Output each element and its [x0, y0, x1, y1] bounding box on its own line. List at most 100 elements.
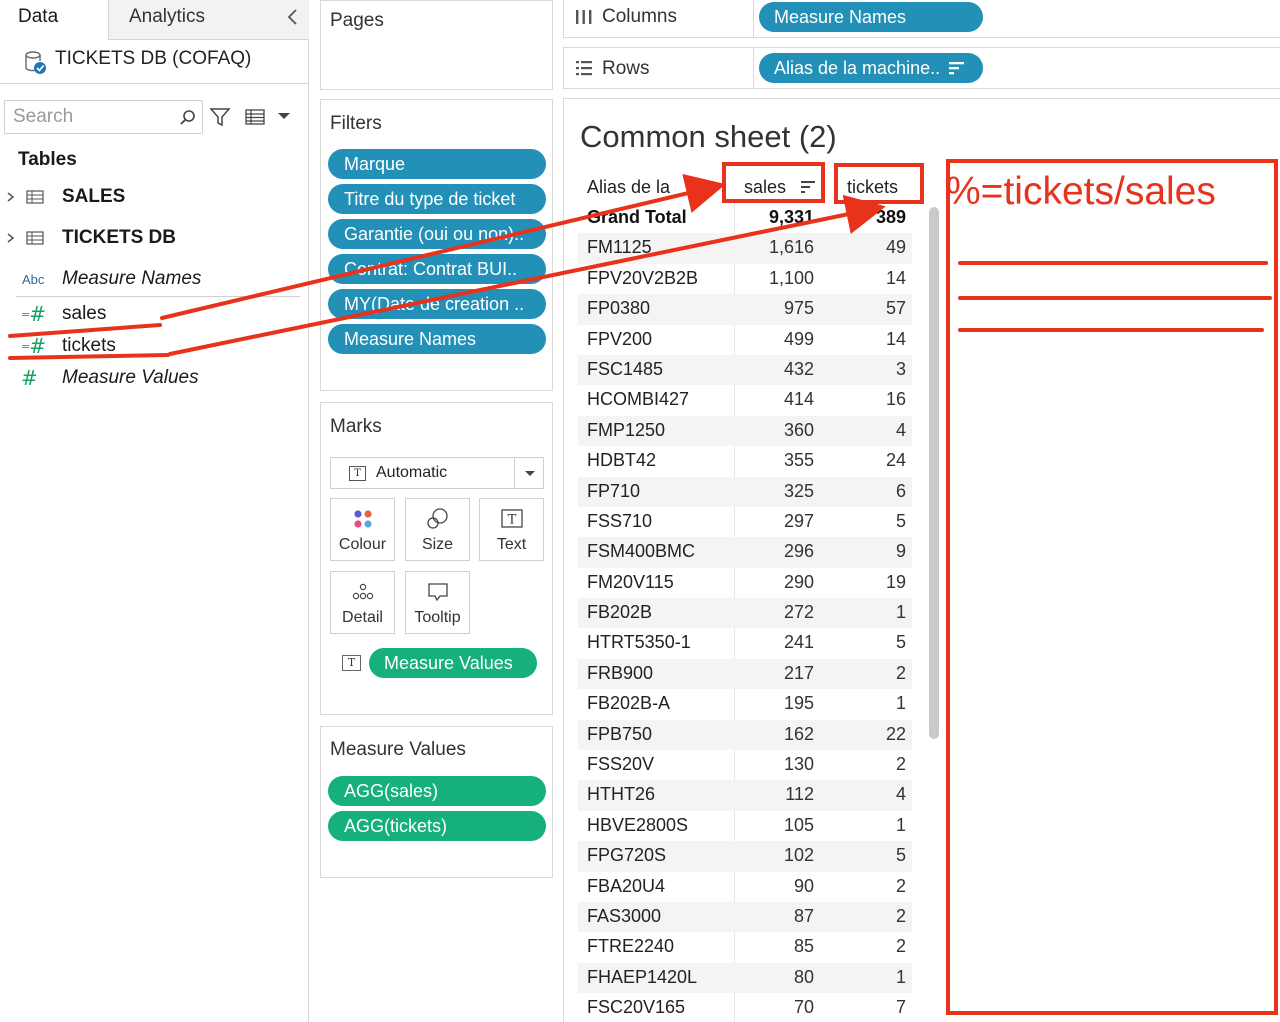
table-item-tickets-db[interactable]: TICKETS DB: [0, 222, 300, 254]
list-view-icon[interactable]: [243, 106, 267, 128]
filter-pill-garantie[interactable]: Garantie (oui ou non)..: [328, 219, 546, 249]
tab-analytics[interactable]: Analytics: [109, 0, 309, 40]
marks-pill-measure-values[interactable]: Measure Values: [369, 648, 537, 678]
search-input[interactable]: [13, 105, 173, 129]
chevron-down-icon[interactable]: [514, 458, 544, 488]
filter-pill-measure-names[interactable]: Measure Names: [328, 324, 546, 354]
text-button[interactable]: T Text: [479, 498, 544, 561]
row-tickets-cell: 2: [895, 662, 906, 683]
row-tickets-cell: 24: [885, 450, 906, 471]
filter-pill-contrat[interactable]: Contrat: Contrat BUI..: [328, 254, 546, 284]
table-label: TICKETS DB: [62, 227, 176, 248]
table-row[interactable]: FTRE2240 85 2: [578, 932, 912, 962]
row-alias-cell: HCOMBI427: [587, 389, 690, 410]
rows-pill-alias-machine[interactable]: Alias de la machine..: [759, 53, 983, 83]
tooltip-button[interactable]: Tooltip: [405, 571, 470, 634]
table-row[interactable]: HDBT42 355 24: [578, 446, 912, 476]
columns-shelf[interactable]: Columns Measure Names: [563, 0, 1280, 38]
size-button[interactable]: Size: [405, 498, 470, 561]
mark-type-dropdown[interactable]: T Automatic: [330, 457, 544, 489]
table-row[interactable]: FAS3000 87 2: [578, 901, 912, 933]
field-measure-names[interactable]: Abc Measure Names: [0, 263, 300, 295]
table-item-sales[interactable]: SALES: [0, 181, 300, 213]
grand-total-row[interactable]: Grand Total 9,331 389: [578, 203, 912, 233]
vertical-scrollbar[interactable]: [929, 207, 939, 739]
table-row[interactable]: FPV200 499 14: [578, 325, 912, 355]
table-row[interactable]: FHAEP1420L 80 1: [578, 962, 912, 994]
table-row[interactable]: FB202B 272 1: [578, 598, 912, 629]
rows-shelf[interactable]: Rows Alias de la machine..: [563, 47, 1280, 89]
table-row[interactable]: FP0380 975 57: [578, 294, 912, 325]
table-row[interactable]: FRB900 217 2: [578, 658, 912, 690]
table-row[interactable]: FBA20U4 90 2: [578, 872, 912, 902]
field-measure-values[interactable]: # Measure Values: [0, 362, 300, 394]
row-alias-cell: Grand Total: [587, 207, 687, 227]
table-row[interactable]: FB202B-A 195 1: [578, 689, 912, 719]
filter-pill-marque[interactable]: Marque: [328, 149, 546, 179]
calculated-measure-icon: =#: [21, 334, 46, 358]
search-icon[interactable]: [179, 109, 197, 127]
table-icon: [26, 190, 44, 204]
row-alias-cell: FPB750: [587, 723, 653, 744]
header-alias[interactable]: Alias de la: [587, 177, 670, 198]
table-row[interactable]: FSS710 297 5: [578, 507, 912, 537]
filters-card[interactable]: Filters Marque Titre du type de ticket G…: [320, 99, 553, 391]
detail-button[interactable]: Detail: [330, 571, 395, 634]
header-sales[interactable]: sales: [744, 177, 786, 198]
table-row[interactable]: HBVE2800S 105 1: [578, 811, 912, 841]
sort-descending-icon[interactable]: [948, 60, 966, 76]
calculated-measure-icon: =#: [21, 302, 46, 326]
measure-pill-agg-sales[interactable]: AGG(sales): [328, 776, 546, 806]
filter-icon[interactable]: [208, 105, 232, 129]
row-tickets-cell: 2: [895, 754, 906, 775]
measure-values-card[interactable]: Measure Values AGG(sales) AGG(tickets): [320, 726, 553, 878]
row-tickets-cell: 2: [895, 905, 906, 926]
table-row[interactable]: HCOMBI427 414 16: [578, 385, 912, 415]
table-row[interactable]: FPB750 162 22: [578, 719, 912, 751]
table-row[interactable]: HTHT26 112 4: [578, 780, 912, 811]
colour-button[interactable]: Colour: [330, 498, 395, 561]
filter-pill-ticket-type[interactable]: Titre du type de ticket: [328, 184, 546, 214]
row-alias-cell: FSC1485: [587, 358, 664, 379]
field-sales[interactable]: =# sales: [0, 298, 300, 330]
datasource-name[interactable]: TICKETS DB (COFAQ): [55, 48, 251, 70]
table-row[interactable]: FMP1250 360 4: [578, 415, 912, 447]
measure-pill-agg-tickets[interactable]: AGG(tickets): [328, 811, 546, 841]
row-tickets-cell: 6: [895, 480, 906, 501]
row-alias-cell: FSM400BMC: [587, 541, 696, 562]
filter-pill-date-creation[interactable]: MY(Date de creation ..: [328, 289, 546, 319]
sort-descending-icon[interactable]: [800, 180, 816, 194]
table-row[interactable]: HTRT5350-1 241 5: [578, 628, 912, 658]
columns-pill-measure-names[interactable]: Measure Names: [759, 2, 983, 32]
table-row[interactable]: FPV20V2B2B 1,100 14: [578, 264, 912, 294]
table-row[interactable]: FM1125 1,616 49: [578, 233, 912, 264]
chevron-down-icon[interactable]: [276, 108, 292, 124]
row-tickets-cell: 9: [895, 541, 906, 562]
marks-card[interactable]: Marks T Automatic Colour Size T Text Det…: [320, 402, 553, 715]
table-row[interactable]: FP710 325 6: [578, 476, 912, 507]
search-box: [4, 100, 203, 134]
table-row[interactable]: FSC1485 432 3: [578, 354, 912, 386]
table-row[interactable]: FM20V115 290 19: [578, 568, 912, 598]
tab-data[interactable]: Data: [0, 0, 109, 40]
pages-card[interactable]: Pages: [320, 0, 553, 90]
chevron-right-icon[interactable]: [5, 230, 15, 246]
collapse-pane-icon[interactable]: [284, 6, 302, 28]
sheet-title[interactable]: Common sheet (2): [580, 119, 837, 155]
table-row[interactable]: FPG720S 102 5: [578, 841, 912, 872]
row-sales-cell: 297: [783, 510, 814, 531]
field-label: sales: [62, 303, 107, 324]
table-row[interactable]: FSC20V165 70 7: [578, 993, 912, 1022]
chevron-right-icon[interactable]: [5, 189, 15, 205]
table-row[interactable]: FSM400BMC 296 9: [578, 537, 912, 568]
header-tickets[interactable]: tickets: [847, 177, 898, 198]
field-tickets[interactable]: =# tickets: [0, 330, 300, 362]
row-sales-cell: 217: [783, 662, 814, 683]
rows-icon: [576, 61, 592, 76]
sort-icon[interactable]: [690, 180, 706, 194]
row-alias-cell: FPG720S: [587, 845, 667, 866]
row-tickets-cell: 4: [895, 419, 906, 440]
table-row[interactable]: FSS20V 130 2: [578, 750, 912, 780]
mark-type-label: Automatic: [376, 464, 448, 481]
row-sales-cell: 1,616: [768, 237, 814, 258]
